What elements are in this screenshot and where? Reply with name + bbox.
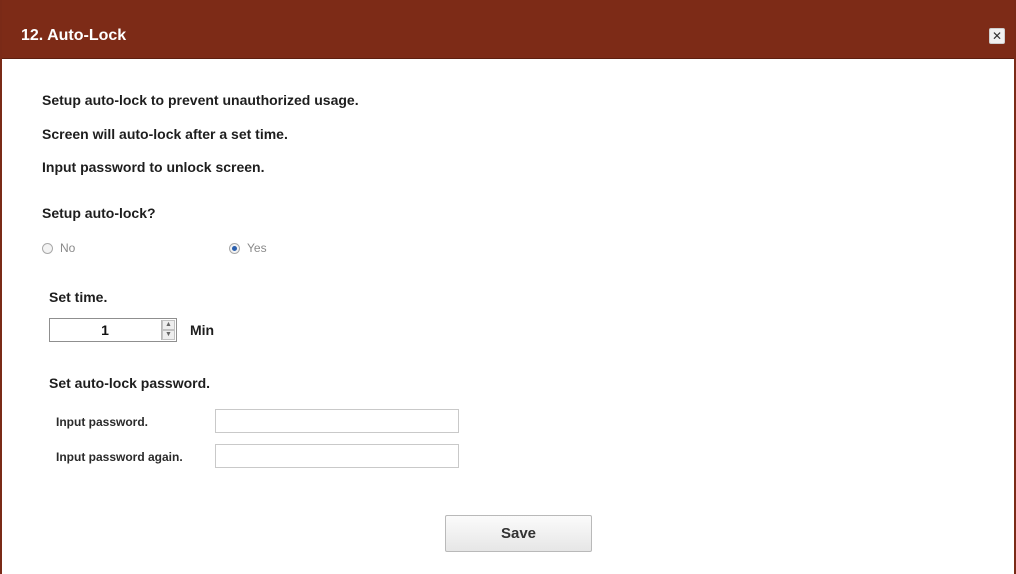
radio-yes-label: Yes — [247, 241, 267, 255]
time-unit: Min — [190, 322, 215, 338]
save-button[interactable]: Save — [445, 515, 592, 552]
set-time-label: Set time. — [49, 289, 108, 305]
radio-no[interactable]: No — [42, 241, 75, 255]
time-stepper[interactable]: 1 ▲ ▼ — [49, 318, 177, 342]
description-line-1: Setup auto-lock to prevent unauthorized … — [42, 92, 359, 108]
auto-lock-dialog: 12. Auto-Lock ✕ Setup auto-lock to preve… — [0, 0, 1016, 574]
password-input[interactable] — [215, 409, 459, 433]
radio-yes-indicator[interactable] — [229, 242, 240, 254]
time-stepper-value[interactable]: 1 — [50, 319, 160, 341]
description-line-2: Screen will auto-lock after a set time. — [42, 126, 288, 142]
setup-question: Setup auto-lock? — [42, 205, 156, 221]
description-line-3: Input password to unlock screen. — [42, 159, 265, 175]
close-icon: ✕ — [991, 29, 1003, 43]
radio-yes[interactable]: Yes — [229, 241, 267, 255]
password-again-label: Input password again. — [56, 450, 183, 464]
arrow-down-icon[interactable]: ▼ — [162, 330, 175, 340]
radio-no-label: No — [60, 241, 76, 255]
password-again-input[interactable] — [215, 444, 459, 468]
password-heading: Set auto-lock password. — [49, 375, 211, 391]
dialog-titlebar: 12. Auto-Lock ✕ — [2, 0, 1014, 59]
password-label: Input password. — [56, 415, 149, 429]
dialog-title: 12. Auto-Lock — [21, 27, 127, 44]
arrow-up-icon[interactable]: ▲ — [162, 320, 175, 330]
close-button[interactable]: ✕ — [989, 28, 1005, 44]
stepper-buttons: ▲ ▼ — [161, 320, 175, 340]
radio-no-indicator[interactable] — [42, 242, 53, 254]
